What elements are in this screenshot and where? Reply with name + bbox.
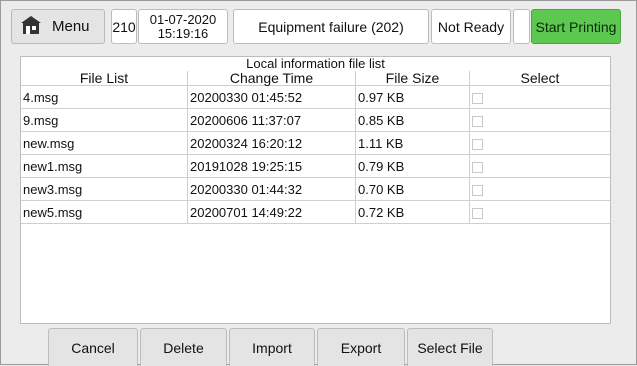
panel-title: Local information file list xyxy=(246,56,385,71)
datetime-display: 01-07-2020 15:19:16 xyxy=(138,9,228,44)
change-time: 20200324 16:20:12 xyxy=(187,131,356,155)
select-checkbox[interactable] xyxy=(472,161,483,173)
menu-button[interactable]: Menu xyxy=(11,9,105,44)
select-checkbox[interactable] xyxy=(472,207,483,219)
table-row[interactable]: 9.msg 20200606 11:37:07 0.85 KB xyxy=(21,108,610,132)
home-icon xyxy=(20,15,42,38)
file-size: 1.11 KB xyxy=(355,131,470,155)
import-button[interactable]: Import xyxy=(229,328,315,366)
file-table: File List Change Time File Size Select 4… xyxy=(21,71,610,224)
table-row[interactable]: new5.msg 20200701 14:49:22 0.72 KB xyxy=(21,200,610,224)
select-checkbox[interactable] xyxy=(472,184,483,196)
change-time: 20200606 11:37:07 xyxy=(187,108,356,132)
change-time: 20200330 01:44:32 xyxy=(187,177,356,201)
file-size: 0.85 KB xyxy=(355,108,470,132)
table-row[interactable]: 4.msg 20200330 01:45:52 0.97 KB xyxy=(21,85,610,109)
file-size: 0.97 KB xyxy=(355,85,470,109)
export-button[interactable]: Export xyxy=(317,328,405,366)
time-text: 15:19:16 xyxy=(157,25,209,41)
file-name: new.msg xyxy=(21,131,188,155)
select-cell xyxy=(469,200,610,224)
select-cell xyxy=(469,177,610,201)
select-cell xyxy=(469,108,610,132)
column-header-select: Select xyxy=(469,71,610,86)
table-row[interactable]: new1.msg 20191028 19:25:15 0.79 KB xyxy=(21,154,610,178)
status-indicator xyxy=(513,9,530,44)
file-name: new3.msg xyxy=(21,177,188,201)
column-header-change-time: Change Time xyxy=(187,71,356,86)
select-cell xyxy=(469,154,610,178)
start-printing-button[interactable]: Start Printing xyxy=(531,9,621,44)
select-file-button[interactable]: Select File xyxy=(407,328,493,366)
select-cell xyxy=(469,131,610,155)
change-time: 20191028 19:25:15 xyxy=(187,154,356,178)
select-checkbox[interactable] xyxy=(472,115,483,127)
cancel-button[interactable]: Cancel xyxy=(48,328,138,366)
menu-label: Menu xyxy=(52,18,90,35)
file-name: 9.msg xyxy=(21,108,188,132)
ready-status: Not Ready xyxy=(431,9,511,44)
select-checkbox[interactable] xyxy=(472,138,483,150)
file-name: new1.msg xyxy=(21,154,188,178)
file-list-panel: Local information file list File List Ch… xyxy=(20,56,611,324)
select-checkbox[interactable] xyxy=(472,92,483,104)
change-time: 20200330 01:45:52 xyxy=(187,85,356,109)
column-header-file-list: File List xyxy=(21,71,188,86)
select-cell xyxy=(469,85,610,109)
table-row[interactable]: new3.msg 20200330 01:44:32 0.70 KB xyxy=(21,177,610,201)
file-name: 4.msg xyxy=(21,85,188,109)
file-size: 0.72 KB xyxy=(355,200,470,224)
top-bar: Menu 210 01-07-2020 15:19:16 Equipment f… xyxy=(11,9,628,46)
column-header-file-size: File Size xyxy=(355,71,470,86)
table-header: File List Change Time File Size Select xyxy=(21,71,610,86)
file-name: new5.msg xyxy=(21,200,188,224)
file-size: 0.70 KB xyxy=(355,177,470,201)
delete-button[interactable]: Delete xyxy=(140,328,227,366)
date-text: 01-07-2020 xyxy=(149,11,217,27)
change-time: 20200701 14:49:22 xyxy=(187,200,356,224)
table-row[interactable]: new.msg 20200324 16:20:12 1.11 KB xyxy=(21,131,610,155)
app-window: Menu 210 01-07-2020 15:19:16 Equipment f… xyxy=(0,0,637,366)
counter-display: 210 xyxy=(111,9,137,44)
file-size: 0.79 KB xyxy=(355,154,470,178)
fault-status[interactable]: Equipment failure (202) xyxy=(233,9,429,44)
